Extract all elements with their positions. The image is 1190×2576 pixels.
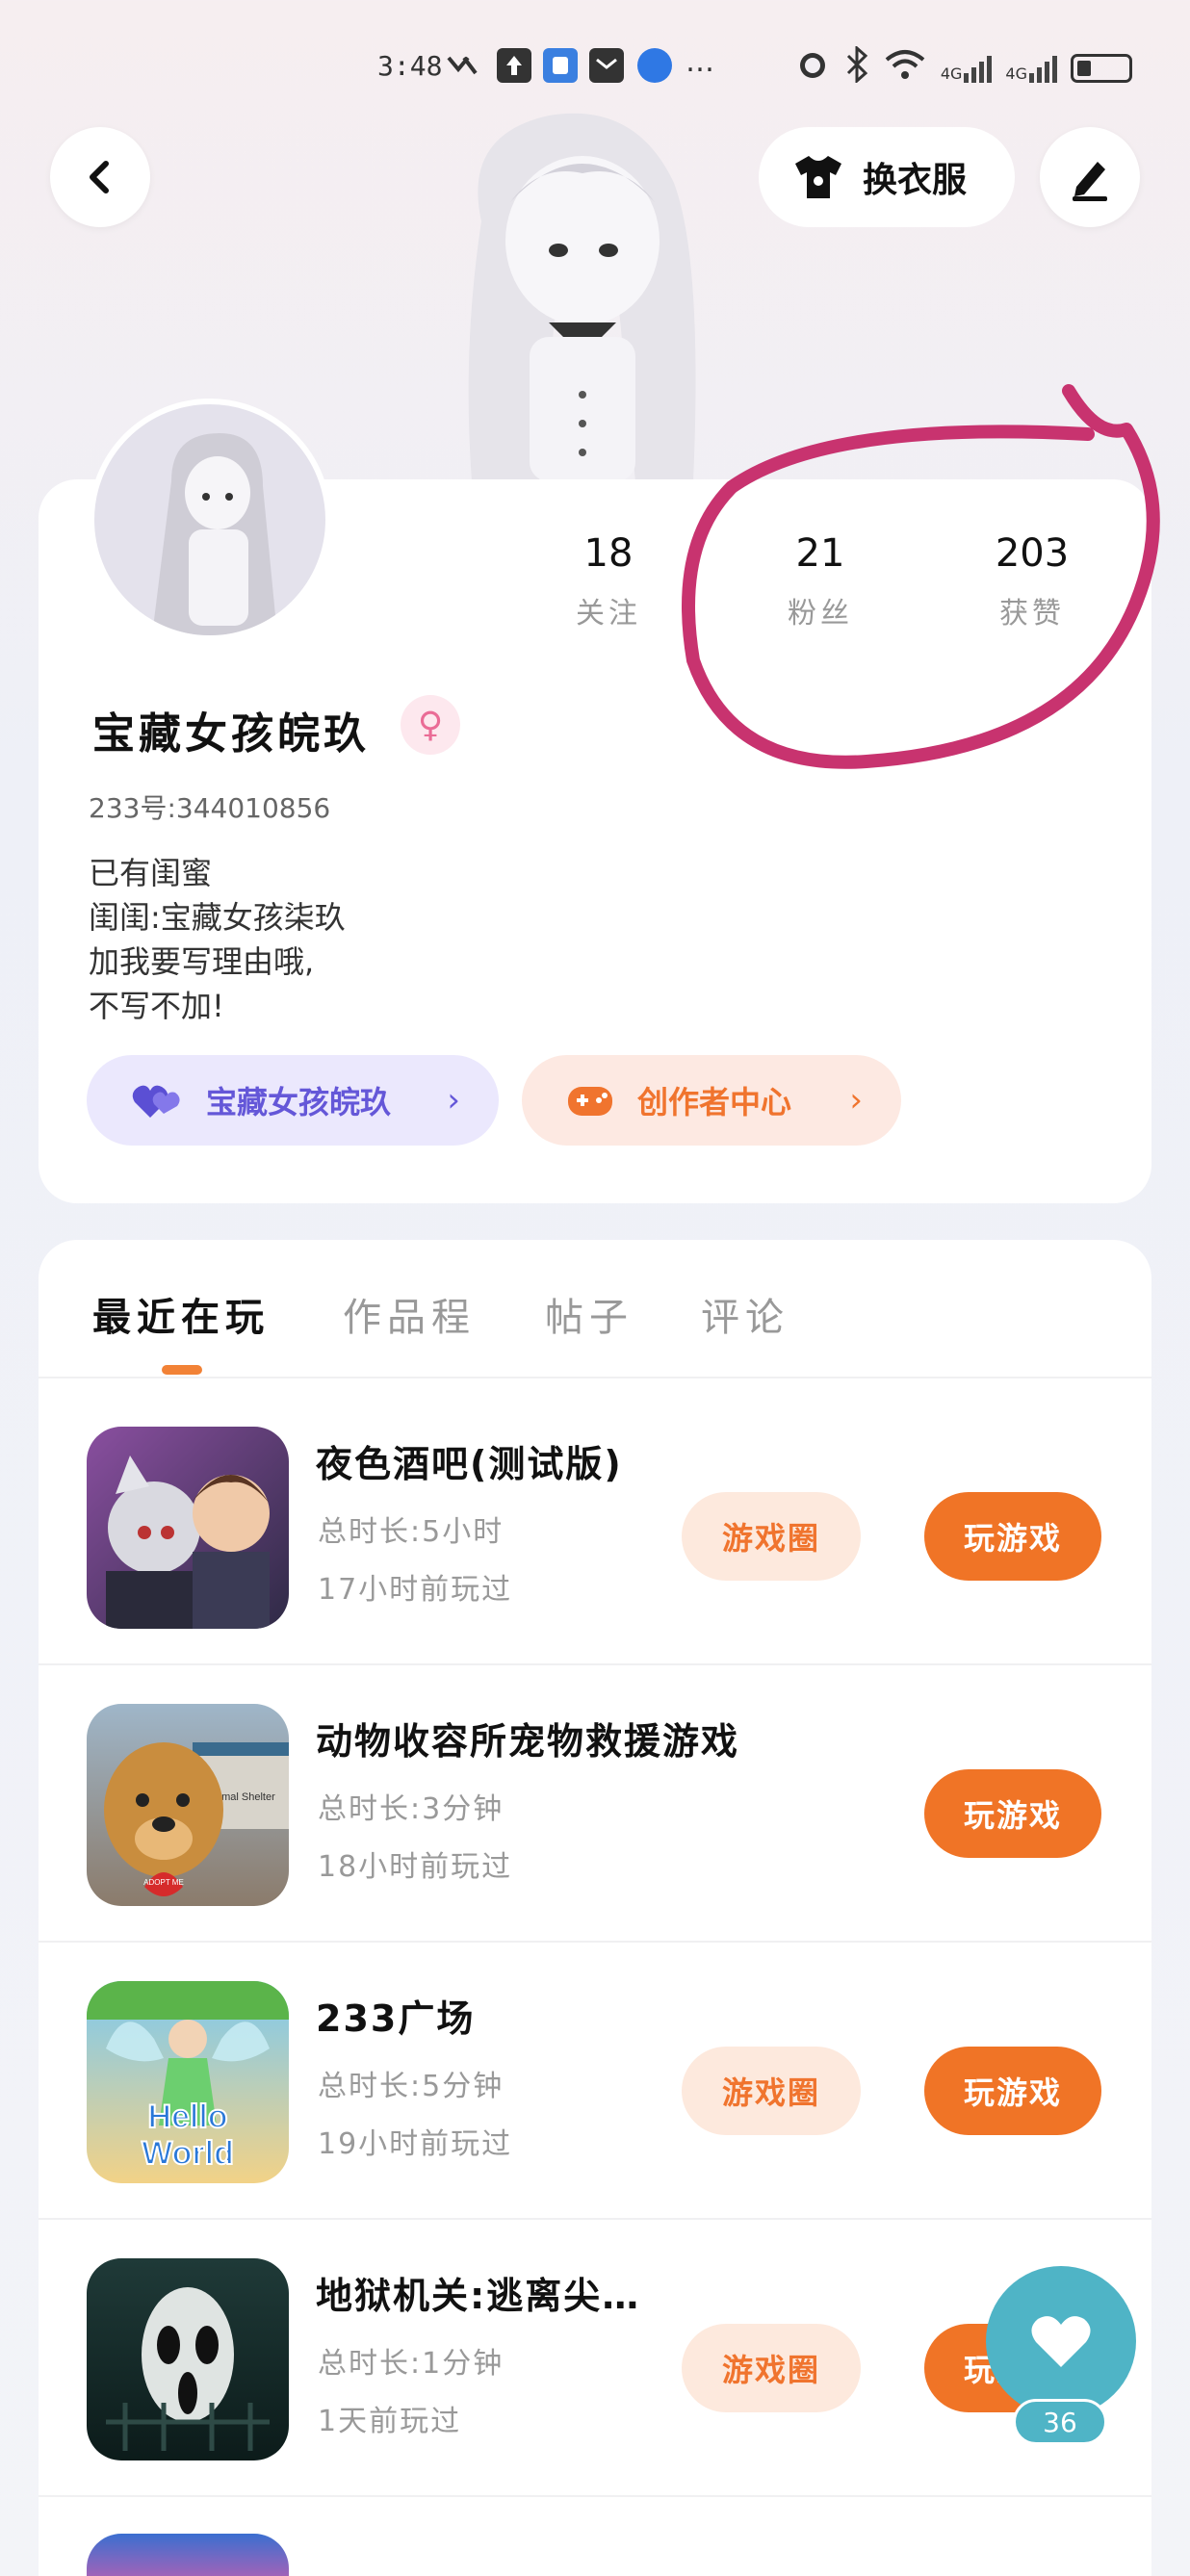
chevron-right-icon: › (447, 1081, 460, 1120)
heart-icon (1031, 2316, 1091, 2367)
game-circle-button[interactable]: 游戏圈 (682, 2324, 861, 2412)
browser-app-icon (637, 48, 672, 83)
game-title: 地狱机关:逃离尖… (316, 2275, 641, 2317)
alarm-icon (794, 46, 831, 90)
more-dots-icon: … (686, 45, 714, 79)
chevron-left-icon (90, 161, 109, 193)
edit-profile-button[interactable] (1040, 127, 1140, 227)
tab-recently-played[interactable]: 最近在玩 (92, 1286, 270, 1342)
game-icon-partial[interactable] (87, 2534, 289, 2576)
double-heart-icon (132, 1085, 180, 1118)
bestie-link-label: 宝藏女孩皖玖 (206, 1084, 392, 1121)
pen-icon (1073, 162, 1107, 201)
creator-center-label: 创作者中心 (637, 1084, 792, 1121)
like-count-badge: 36 (1013, 2399, 1107, 2445)
list-item[interactable]: Hello World 233广场 总时长:5分钟 19小时前玩过 游戏圈 玩游… (39, 1935, 1151, 2214)
game-last-played: 17小时前玩过 (318, 1573, 513, 1607)
game-circle-button[interactable]: 游戏圈 (682, 1492, 861, 1581)
game-last-played: 19小时前玩过 (318, 2127, 513, 2161)
game-duration: 总时长:5分钟 (318, 2070, 504, 2103)
shield-app-icon (543, 48, 578, 83)
adopt-tag: ADOPT ME (143, 1878, 184, 1887)
change-outfit-button[interactable]: 换衣服 (759, 127, 1015, 227)
back-button[interactable] (50, 127, 150, 227)
bio: 已有闺蜜 闺闺:宝藏女孩柒玖 加我要写理由哦, 不写不加! (89, 851, 346, 1028)
network-label: 4G (1005, 64, 1027, 83)
tshirt-icon (795, 156, 841, 198)
avatar-image (152, 433, 277, 635)
female-gender-icon: ♀ (401, 695, 460, 755)
bio-line: 已有闺蜜 (89, 855, 213, 891)
world-text: World (142, 2135, 234, 2172)
signal-4g-icon-1: 4G (941, 54, 993, 83)
gamepad-icon (568, 1087, 612, 1116)
game-title: 233广场 (316, 1997, 476, 2040)
bio-line: 闺闺:宝藏女孩柒玖 (89, 899, 346, 936)
status-right-group: 4G 4G (794, 44, 1132, 90)
following-count: 18 (583, 531, 634, 576)
game-circle-button[interactable]: 游戏圈 (682, 2047, 861, 2135)
game-duration: 总时长:5小时 (318, 1515, 504, 1549)
creator-center-button[interactable]: 创作者中心 › (522, 1055, 901, 1146)
game-icon-animal-shelter[interactable]: Animal Shelter ADOPT ME (87, 1704, 289, 1906)
bluetooth-icon (844, 44, 869, 90)
upload-icon (497, 48, 531, 83)
list-item[interactable]: 夜色酒吧(测试版) 总时长:5小时 17小时前玩过 游戏圈 玩游戏 (39, 1380, 1151, 1660)
game-duration: 总时长:1分钟 (318, 2347, 504, 2381)
play-game-button[interactable]: 玩游戏 (924, 1492, 1101, 1581)
signal-4g-icon-2: 4G (1005, 54, 1057, 83)
hello-text: Hello (147, 2099, 227, 2135)
avatar[interactable] (89, 399, 331, 641)
status-time: 3:48 (377, 50, 443, 82)
bio-line: 不写不加! (89, 988, 224, 1024)
bio-line: 加我要写理由哦, (89, 943, 315, 980)
list-item[interactable]: Animal Shelter ADOPT ME 动物收容所宠物救援游戏 总时长:… (39, 1658, 1151, 1937)
tab-works[interactable]: 作品程 (343, 1286, 476, 1342)
network-label: 4G (940, 64, 963, 83)
game-icon-hell-escape[interactable] (87, 2258, 289, 2460)
game-icon-233-plaza[interactable]: Hello World (87, 1981, 289, 2183)
game-last-played: 18小时前玩过 (318, 1850, 513, 1884)
list-item[interactable]: 地狱机关:逃离尖… 总时长:1分钟 1天前玩过 游戏圈 玩游戏 (39, 2212, 1151, 2491)
chevron-right-icon: › (849, 1081, 863, 1120)
game-title: 夜色酒吧(测试版) (316, 1443, 623, 1485)
battery-icon (1071, 53, 1132, 83)
user-id: 233号:344010856 (89, 792, 331, 824)
bestie-link-button[interactable]: 宝藏女孩皖玖 › (87, 1055, 499, 1146)
game-last-played: 1天前玩过 (318, 2405, 462, 2438)
divider (39, 1377, 1151, 1378)
message-app-icon (589, 48, 624, 83)
status-bar: 3:48 … 4G 4G (0, 39, 1190, 96)
following-label: 关注 (576, 597, 641, 631)
following-stat[interactable]: 18 关注 (541, 531, 676, 631)
play-game-button[interactable]: 玩游戏 (924, 2047, 1101, 2135)
change-outfit-label: 换衣服 (863, 161, 968, 200)
game-icon-night-bar[interactable] (87, 1427, 289, 1629)
active-tab-indicator (162, 1365, 202, 1375)
game-title: 动物收容所宠物救援游戏 (316, 1720, 740, 1763)
notification-icon (445, 48, 479, 83)
play-game-button[interactable]: 玩游戏 (924, 1769, 1101, 1858)
annotation-circle (682, 384, 1160, 769)
wifi-icon (883, 46, 927, 90)
username: 宝藏女孩皖玖 (92, 709, 370, 759)
tab-posts[interactable]: 帖子 (545, 1286, 634, 1342)
tab-comments[interactable]: 评论 (701, 1286, 789, 1342)
like-floating-button[interactable] (986, 2266, 1136, 2416)
game-duration: 总时长:3分钟 (318, 1792, 504, 1826)
divider (39, 2495, 1151, 2497)
